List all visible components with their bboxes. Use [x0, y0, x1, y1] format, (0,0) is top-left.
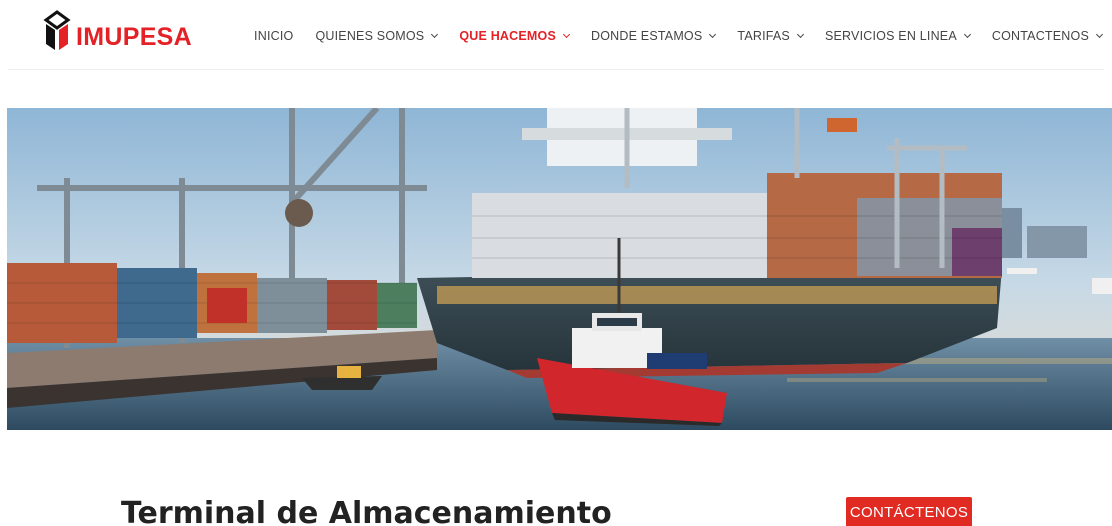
- chevron-down-icon: [709, 30, 717, 39]
- nav-item-contactenos[interactable]: CONTACTENOS: [991, 29, 1104, 43]
- chevron-down-icon: [562, 30, 571, 39]
- imupesa-logo-icon: [43, 10, 71, 50]
- logo[interactable]: IMUPESA: [42, 8, 192, 56]
- nav-item-label: SERVICIOS EN LINEA: [824, 29, 957, 43]
- hero-image: [7, 108, 1112, 430]
- nav-item-label: DONDE ESTAMOS: [590, 29, 703, 43]
- nav-item-label: INICIO: [254, 29, 294, 43]
- chevron-down-icon: [796, 30, 805, 39]
- nav-item-quienes-somos[interactable]: QUIENES SOMOS: [315, 29, 439, 43]
- chevron-down-icon: [963, 30, 971, 39]
- nav-item-label: CONTACTENOS: [991, 29, 1089, 43]
- nav-item-servicios-en-linea[interactable]: SERVICIOS EN LINEA: [824, 29, 971, 43]
- nav-item-que-hacemos[interactable]: QUE HACEMOS: [459, 29, 571, 43]
- page-title: Terminal de Almacenamiento: [121, 496, 612, 526]
- logo-text: IMUPESA: [76, 22, 193, 51]
- main-nav: INICIO QUIENES SOMOS QUE HACEMOS DONDE E…: [232, 26, 1104, 46]
- nav-item-donde-estamos[interactable]: DONDE ESTAMOS: [590, 29, 717, 43]
- site-header: IMUPESA INICIO QUIENES SOMOS QUE HACEMOS…: [0, 0, 1112, 70]
- nav-item-inicio[interactable]: INICIO: [254, 29, 293, 43]
- port-container-ship-photo: [7, 108, 1112, 430]
- nav-item-label: QUIENES SOMOS: [315, 29, 425, 43]
- contact-button[interactable]: CONTÁCTENOS: [846, 497, 972, 526]
- nav-item-tarifas[interactable]: TARIFAS: [737, 29, 805, 43]
- chevron-down-icon: [1095, 30, 1104, 39]
- header-divider: [8, 69, 1104, 70]
- chevron-down-icon: [431, 30, 439, 39]
- nav-item-label: TARIFAS: [737, 29, 790, 43]
- nav-item-label: QUE HACEMOS: [459, 29, 556, 43]
